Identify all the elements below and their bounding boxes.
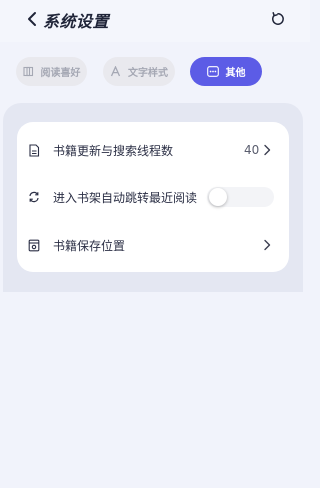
back-button[interactable] <box>22 9 42 29</box>
tab-label: 阅读喜好 <box>40 68 81 79</box>
setting-row-auto-jump: 进入书架自动跳转最近阅读 <box>17 179 289 215</box>
reset-button[interactable] <box>268 9 288 29</box>
setting-value: 40 <box>244 143 260 157</box>
setting-label: 书籍保存位置 <box>53 239 126 253</box>
tab-label: 其他 <box>225 68 246 79</box>
more-icon <box>206 66 219 77</box>
document-icon <box>27 143 41 157</box>
tab-label: 文字样式 <box>128 68 168 79</box>
header-bar: 系统设置 <box>0 0 310 42</box>
chevron-left-icon <box>28 12 36 26</box>
settings-card: 书籍更新与搜索线程数 40 进入书架自动跳转最近阅读 书籍保存位置 <box>17 122 289 272</box>
setting-label: 书籍更新与搜索线程数 <box>53 144 174 158</box>
chevron-right-icon <box>262 238 272 252</box>
sync-icon <box>27 190 41 204</box>
toggle-knob <box>209 188 227 206</box>
auto-jump-toggle[interactable] <box>207 187 274 207</box>
text-a-icon <box>110 66 121 77</box>
page-title: 系统设置 <box>43 12 110 31</box>
tab-text-style[interactable]: 文字样式 <box>103 57 175 86</box>
settings-tabs: 阅读喜好 文字样式 其他 <box>0 57 310 87</box>
book-icon <box>22 66 34 77</box>
chevron-right-icon <box>262 143 272 157</box>
tab-reading-preference[interactable]: 阅读喜好 <box>16 57 87 86</box>
refresh-icon <box>272 12 284 25</box>
folder-save-icon <box>27 238 41 252</box>
setting-row-thread-count[interactable]: 书籍更新与搜索线程数 40 <box>17 132 289 168</box>
setting-row-save-location[interactable]: 书籍保存位置 <box>17 227 289 263</box>
setting-label: 进入书架自动跳转最近阅读 <box>53 191 198 205</box>
tab-other[interactable]: 其他 <box>190 57 262 86</box>
